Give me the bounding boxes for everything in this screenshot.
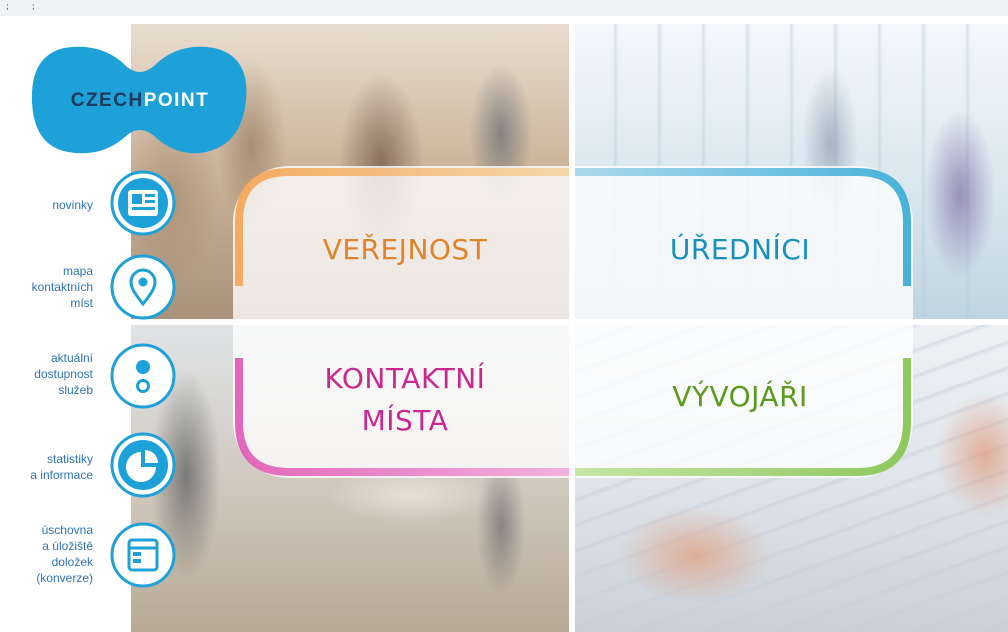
newspaper-icon[interactable] [108,168,178,238]
tile-kontaktni-mista[interactable]: KONTAKTNÍ MÍSTA [240,350,570,450]
nav-label-line: novinky [52,198,93,212]
nav-label-line: a informace [30,468,93,482]
czechpoint-logo[interactable]: CZECH POINT [28,44,252,162]
tile-kontaktni-mista-line1: KONTAKTNÍ [324,362,486,395]
vertical-gutter [569,24,575,632]
nav-label-line: a úložiště [42,539,93,553]
browser-top-strip: ; ; [0,0,1008,16]
nav-item-novinky-label[interactable]: novinky [5,197,93,213]
tile-urednici-label: ÚŘEDNÍCI [669,233,811,266]
logo-text-czech: CZECH [70,90,144,111]
nav-label-line: aktuální [50,351,93,365]
top-strip-text: ; ; [6,2,45,12]
tile-kontaktni-mista-line2: MÍSTA [361,404,449,437]
tile-vyvojari[interactable]: VÝVOJÁŘI [575,362,905,432]
nav-label-line: míst [70,296,93,310]
nav-label-line: dostupnost [34,367,93,381]
pie-chart-icon[interactable] [108,430,178,500]
map-pin-icon[interactable] [108,252,178,322]
nav-label-line: služeb [58,383,93,397]
nav-item-statistiky-label[interactable]: statistiky a informace [5,451,93,483]
logo-wordmark: CZECH POINT [28,44,252,158]
nav-item-uschovna-label[interactable]: úschovna a úložiště doložek (konverze) [5,522,93,586]
nav-item-mapa-label[interactable]: mapa kontaktních míst [5,263,93,311]
nav-label-line: úschovna [41,523,93,537]
nav-item-dostupnost-label[interactable]: aktuální dostupnost služeb [5,350,93,398]
tile-verejnost[interactable]: VEŘEJNOST [240,215,570,285]
storage-icon[interactable] [108,520,178,590]
tile-vyvojari-label: VÝVOJÁŘI [672,380,808,413]
logo-text-point: POINT [143,90,210,111]
nav-label-line: (konverze) [36,571,93,585]
service-status-icon[interactable] [108,341,178,411]
horizontal-gutter [131,319,1008,325]
tile-verejnost-label: VEŘEJNOST [322,233,488,266]
nav-label-line: statistiky [46,452,93,466]
tile-urednici[interactable]: ÚŘEDNÍCI [575,215,905,285]
nav-label-line: kontaktních [31,280,93,294]
nav-label-line: doložek [51,555,93,569]
nav-label-line: mapa [62,264,93,278]
